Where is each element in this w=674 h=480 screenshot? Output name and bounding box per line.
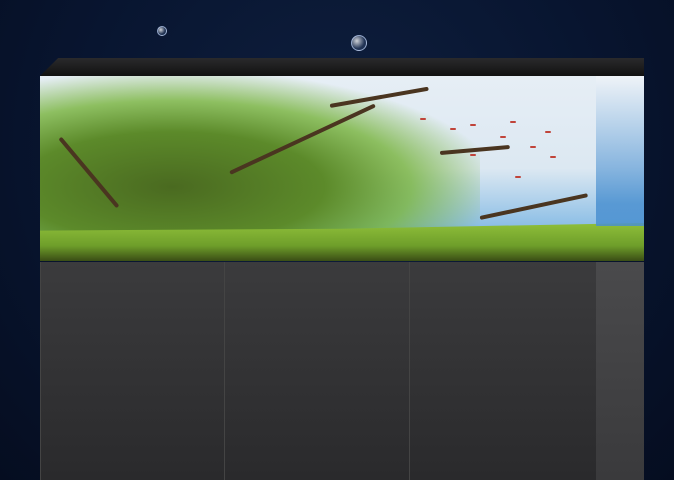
fish	[470, 124, 476, 126]
fish	[550, 156, 556, 158]
fish	[530, 146, 536, 148]
fish	[470, 154, 476, 156]
fish	[500, 136, 506, 138]
fish	[510, 121, 516, 123]
tank-side-glass	[596, 76, 644, 226]
fish	[420, 118, 426, 120]
driftwood	[479, 193, 589, 220]
cabinet-door[interactable]	[224, 262, 410, 480]
fish	[545, 131, 551, 133]
cabinet-door[interactable]	[40, 262, 225, 480]
fish	[515, 176, 521, 178]
bubble	[351, 35, 367, 51]
cabinet-door[interactable]	[409, 262, 597, 480]
cabinet-side	[596, 262, 644, 480]
fish	[450, 128, 456, 130]
aquarium-lid	[40, 58, 644, 76]
bubble	[157, 26, 167, 36]
cabinet	[40, 262, 597, 480]
aquarium-tank	[40, 76, 644, 261]
